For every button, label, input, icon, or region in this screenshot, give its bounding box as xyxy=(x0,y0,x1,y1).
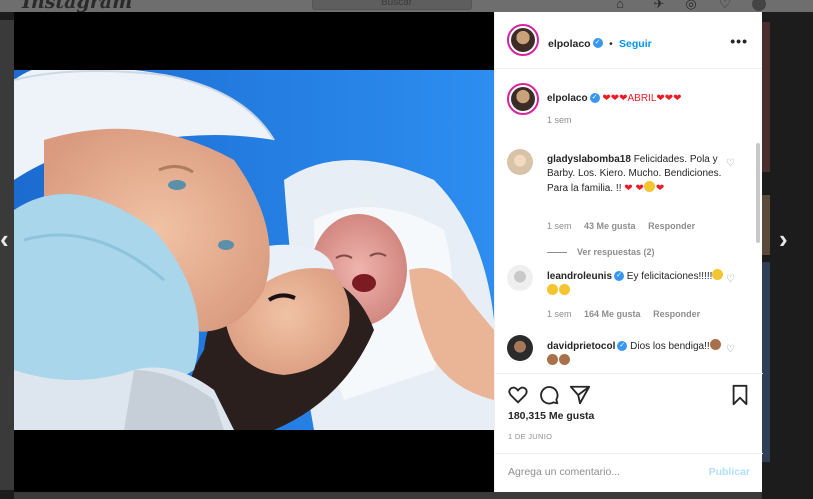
save-bookmark-icon[interactable] xyxy=(729,384,751,406)
comment-item: leandroleunis ✓ Ey felicitaciones!!!!! ♡ … xyxy=(507,265,751,329)
share-paper-plane-icon[interactable] xyxy=(569,384,591,406)
view-replies-label: Ver respuestas (2) xyxy=(577,247,655,257)
comment-like-icon[interactable]: ♡ xyxy=(726,157,735,171)
post-side-panel: elpolaco ✓ • Seguir ••• elpolaco ✓ ❤❤❤ABRI… xyxy=(494,12,763,492)
heart-emoji-icon: ❤ xyxy=(635,183,644,194)
post-header: elpolaco ✓ • Seguir ••• xyxy=(495,12,762,69)
publish-button[interactable]: Publicar xyxy=(709,466,750,478)
home-icon[interactable]: ⌂ xyxy=(613,0,627,11)
profile-avatar[interactable] xyxy=(752,0,766,11)
commenter-avatar[interactable] xyxy=(507,265,533,291)
verified-badge-icon: ✓ xyxy=(617,341,628,352)
comment-item: gladyslabomba18 Felicidades. Pola y Barb… xyxy=(507,149,751,259)
comment-username[interactable]: davidprietocol xyxy=(547,341,615,352)
author-avatar[interactable] xyxy=(507,24,539,56)
comment-input[interactable] xyxy=(508,466,698,478)
photo-illustration xyxy=(14,70,494,430)
comment-likes[interactable]: 164 Me gusta xyxy=(584,309,641,319)
background-tile xyxy=(14,492,762,499)
heart-emoji-icon: ❤ xyxy=(655,183,665,194)
kiss-emoji-icon xyxy=(643,181,655,192)
caption-body: elpolaco ✓ ❤❤❤ABRIL❤❤❤ xyxy=(547,92,727,106)
add-comment-form: Publicar xyxy=(495,453,763,492)
comment-text: Dios los bendiga!! xyxy=(630,341,710,352)
comment-item: davidprietocol ✓ Dios los bendiga!! ♡ xyxy=(507,335,751,373)
comment-username[interactable]: gladyslabomba18 xyxy=(547,154,631,165)
comment-time[interactable]: 1 sem xyxy=(547,221,572,231)
messenger-icon[interactable]: ✈ xyxy=(652,0,666,11)
caption-avatar[interactable] xyxy=(507,83,539,115)
comment-body: gladyslabomba18 Felicidades. Pola y Barb… xyxy=(547,153,727,196)
comment-bubble-icon[interactable] xyxy=(538,384,560,406)
explore-icon[interactable]: ◎ xyxy=(684,0,698,11)
heart-emoji-icon: ❤ xyxy=(624,183,633,194)
next-post-arrow[interactable]: › xyxy=(779,226,788,252)
comment-like-icon[interactable]: ♡ xyxy=(726,273,735,287)
follow-button[interactable]: Seguir xyxy=(619,38,652,50)
activity-icon[interactable]: ♡ xyxy=(718,0,732,11)
praying-hands-emoji-icon xyxy=(709,339,721,350)
comments-list[interactable]: elpolaco ✓ ❤❤❤ABRIL❤❤❤ 1 sem gladyslabomb… xyxy=(495,69,763,373)
commenter-avatar[interactable] xyxy=(507,335,533,361)
blush-emoji-icon xyxy=(547,284,558,295)
caption-username[interactable]: elpolaco xyxy=(547,93,588,104)
background-feed-left xyxy=(0,20,14,490)
caption: elpolaco ✓ ❤❤❤ABRIL❤❤❤ 1 sem xyxy=(507,83,751,139)
comments-scrollbar[interactable] xyxy=(756,143,760,243)
search-input[interactable]: Buscar xyxy=(312,0,472,10)
blush-emoji-icon xyxy=(712,269,724,280)
comment-time[interactable]: 1 sem xyxy=(547,309,572,319)
background-header: Instagram Buscar ⌂ ✈ ◎ ♡ xyxy=(0,0,813,13)
separator-dot: • xyxy=(609,39,613,50)
caption-meta: 1 sem xyxy=(547,113,582,127)
comment-body: davidprietocol ✓ Dios los bendiga!! xyxy=(547,339,727,369)
post-photo[interactable] xyxy=(14,70,494,430)
view-replies-button[interactable]: Ver respuestas (2) xyxy=(547,245,655,259)
comment-likes[interactable]: 43 Me gusta xyxy=(584,221,636,231)
post-actions: 180,315 Me gusta 1 DE JUNIO xyxy=(495,373,763,453)
reply-button[interactable]: Responder xyxy=(648,221,695,231)
background-tile xyxy=(762,262,770,462)
search-placeholder: Buscar xyxy=(381,0,413,8)
comment-meta: 1 sem 43 Me gusta Responder xyxy=(547,219,705,233)
comment-username[interactable]: leandroleunis xyxy=(547,271,612,282)
verified-badge-icon: ✓ xyxy=(589,93,600,104)
caption-text: ❤❤❤ABRIL❤❤❤ xyxy=(602,93,682,104)
post-date[interactable]: 1 DE JUNIO xyxy=(508,432,552,441)
post-media xyxy=(14,12,494,492)
like-heart-icon[interactable] xyxy=(507,384,529,406)
reply-button[interactable]: Responder xyxy=(653,309,700,319)
comment-body: leandroleunis ✓ Ey felicitaciones!!!!! xyxy=(547,269,727,299)
background-tile xyxy=(762,195,770,255)
author-username[interactable]: elpolaco xyxy=(548,38,591,50)
comment-meta: 1 sem 164 Me gusta Responder xyxy=(547,307,710,321)
replies-line xyxy=(547,252,567,254)
comment-text: Ey felicitaciones!!!!! xyxy=(626,271,713,282)
verified-badge-icon: ✓ xyxy=(592,37,603,48)
verified-badge-icon: ✓ xyxy=(614,271,625,282)
previous-post-arrow[interactable]: ‹ xyxy=(0,226,9,252)
caption-time[interactable]: 1 sem xyxy=(547,115,572,125)
background-tile xyxy=(762,22,770,172)
comment-like-icon[interactable]: ♡ xyxy=(726,343,735,357)
more-options-icon[interactable]: ••• xyxy=(730,33,748,49)
praying-hands-emoji-icon xyxy=(559,354,570,365)
author-line: elpolaco ✓ • Seguir xyxy=(548,34,652,52)
blush-emoji-icon xyxy=(559,284,570,295)
praying-hands-emoji-icon xyxy=(547,354,558,365)
commenter-avatar[interactable] xyxy=(507,149,533,175)
likes-count[interactable]: 180,315 Me gusta xyxy=(508,410,594,422)
